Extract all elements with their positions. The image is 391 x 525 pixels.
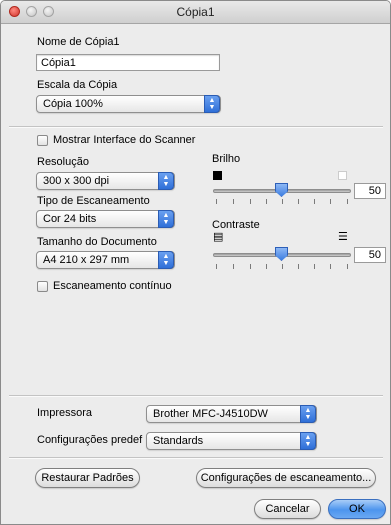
popup-arrows-icon: ▲ ▼ — [158, 172, 174, 190]
cancel-button[interactable]: Cancelar — [254, 499, 321, 519]
separator — [9, 395, 383, 397]
scan-type-label: Tipo de Escaneamento — [37, 195, 150, 207]
copy-scale-value: Cópia 100% — [43, 98, 103, 110]
preset-settings-value: Standards — [153, 435, 204, 447]
restore-defaults-button[interactable]: Restaurar Padrões — [35, 468, 140, 488]
scan-settings-button[interactable]: Configurações de escaneamento... — [196, 468, 376, 488]
copy-scale-label: Escala da Cópia — [37, 79, 118, 91]
brightness-ticks — [213, 199, 351, 205]
brightness-label: Brilho — [212, 153, 241, 165]
copy-scale-popup[interactable]: Cópia 100% ▲ ▼ — [36, 95, 221, 113]
low-contrast-icon: ▤ — [213, 231, 224, 243]
document-size-label: Tamanho do Documento — [37, 236, 157, 248]
brightness-value-field[interactable]: 50 — [354, 183, 386, 199]
contrast-label: Contraste — [212, 219, 260, 231]
separator — [9, 126, 383, 128]
printer-value: Brother MFC-J4510DW — [153, 408, 268, 420]
preset-settings-label: Configurações predef — [37, 434, 143, 446]
contrast-value-field[interactable]: 50 — [354, 247, 386, 263]
popup-arrows-icon: ▲ ▼ — [158, 210, 174, 228]
continuous-scan-label: Escaneamento contínuo — [53, 280, 172, 292]
scan-type-popup[interactable]: Cor 24 bits ▲ ▼ — [36, 210, 175, 228]
preset-settings-popup[interactable]: Standards ▲ ▼ — [146, 432, 317, 450]
popup-arrows-icon: ▲ ▼ — [158, 251, 174, 269]
copy-name-field[interactable]: Cópia1 — [36, 54, 220, 71]
document-size-value: A4 210 x 297 mm — [43, 254, 130, 266]
popup-arrows-icon: ▲ ▼ — [300, 405, 316, 423]
printer-label: Impressora — [37, 407, 93, 419]
popup-arrows-icon: ▲ ▼ — [300, 432, 316, 450]
contrast-slider-knob[interactable] — [275, 247, 288, 261]
title-bar: Cópia1 — [1, 1, 390, 24]
resolution-label: Resolução — [37, 156, 89, 168]
document-size-popup[interactable]: A4 210 x 297 mm ▲ ▼ — [36, 251, 175, 269]
popup-arrows-icon: ▲ ▼ — [204, 95, 220, 113]
show-scanner-interface-label: Mostrar Interface do Scanner — [53, 134, 196, 146]
show-scanner-interface-checkbox[interactable] — [37, 135, 48, 146]
high-contrast-icon: ☰ — [338, 231, 348, 243]
resolution-value: 300 x 300 dpi — [43, 175, 110, 187]
dark-swatch-icon — [213, 171, 222, 180]
ok-button[interactable]: OK — [328, 499, 386, 519]
dialog-window: Cópia1 Nome de Cópia1 Cópia1 Escala da C… — [0, 0, 391, 525]
window-title: Cópia1 — [176, 5, 215, 19]
light-swatch-icon — [338, 171, 347, 180]
brightness-slider-knob[interactable] — [275, 183, 288, 197]
copy-name-label: Nome de Cópia1 — [37, 36, 120, 48]
separator — [9, 457, 383, 459]
resolution-popup[interactable]: 300 x 300 dpi ▲ ▼ — [36, 172, 175, 190]
contrast-ticks — [213, 264, 351, 270]
printer-popup[interactable]: Brother MFC-J4510DW ▲ ▼ — [146, 405, 317, 423]
scan-type-value: Cor 24 bits — [43, 213, 97, 225]
continuous-scan-checkbox[interactable] — [37, 281, 48, 292]
